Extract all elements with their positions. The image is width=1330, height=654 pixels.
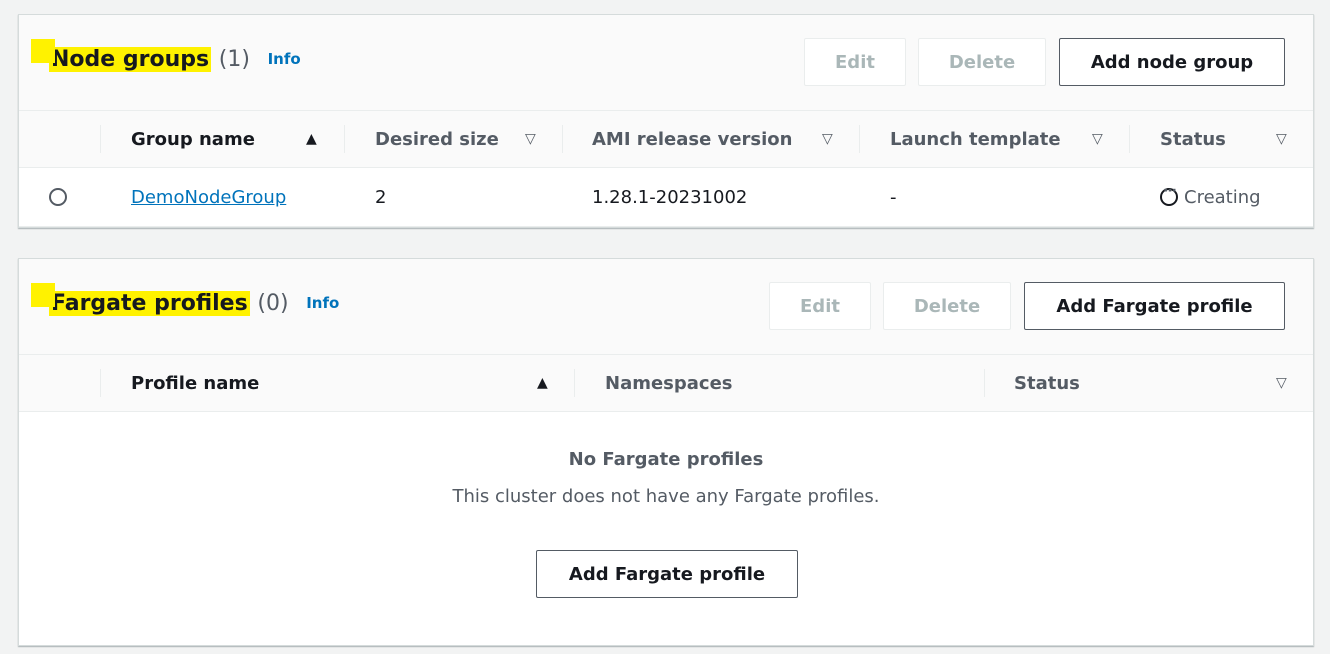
node-groups-title-text: Node groups xyxy=(49,47,212,72)
row-select-radio[interactable] xyxy=(49,188,67,206)
column-separator xyxy=(1129,125,1130,153)
fargate-profiles-header: Fargate profiles (0) Info Edit Delete Ad… xyxy=(19,259,1313,355)
node-groups-delete-button[interactable]: Delete xyxy=(918,38,1046,86)
add-node-group-button[interactable]: Add node group xyxy=(1059,38,1285,86)
column-separator xyxy=(984,369,985,397)
fargate-delete-button[interactable]: Delete xyxy=(883,282,1011,330)
fargate-profiles-info-link[interactable]: Info xyxy=(306,294,339,312)
empty-state: No Fargate profiles This cluster does no… xyxy=(19,449,1313,507)
sort-descending-icon[interactable]: ▽ xyxy=(1276,375,1287,391)
cell-ami-release-version: 1.28.1-20231002 xyxy=(592,186,748,208)
node-group-link[interactable]: DemoNodeGroup xyxy=(131,187,286,208)
empty-state-description: This cluster does not have any Fargate p… xyxy=(452,486,880,507)
node-groups-header: Node groups (1) Info Edit Delete Add nod… xyxy=(19,15,1313,111)
column-separator xyxy=(344,125,345,153)
fargate-profiles-count: (0) xyxy=(257,291,289,316)
column-header-status[interactable]: Status xyxy=(1014,355,1080,411)
column-header-launch-template[interactable]: Launch template xyxy=(890,111,1061,167)
node-groups-info-link[interactable]: Info xyxy=(268,50,301,68)
fargate-profiles-title-text: Fargate profiles xyxy=(49,291,250,316)
sort-descending-icon[interactable]: ▽ xyxy=(1276,131,1287,147)
fargate-profiles-panel: Fargate profiles (0) Info Edit Delete Ad… xyxy=(18,258,1314,646)
node-groups-panel: Node groups (1) Info Edit Delete Add nod… xyxy=(18,14,1314,228)
status-text: Creating xyxy=(1184,186,1261,208)
empty-state-title: No Fargate profiles xyxy=(568,449,764,470)
fargate-edit-button[interactable]: Edit xyxy=(769,282,871,330)
column-separator xyxy=(100,125,101,153)
column-header-ami-release-version[interactable]: AMI release version xyxy=(592,111,793,167)
sort-descending-icon[interactable]: ▽ xyxy=(1092,131,1103,147)
cell-desired-size: 2 xyxy=(375,186,387,208)
fargate-profiles-title: Fargate profiles (0) Info xyxy=(49,289,339,318)
column-header-desired-size[interactable]: Desired size xyxy=(375,111,499,167)
cell-status: Creating xyxy=(1160,168,1261,226)
add-fargate-profile-button[interactable]: Add Fargate profile xyxy=(1024,282,1285,330)
column-header-namespaces[interactable]: Namespaces xyxy=(605,355,733,411)
sort-ascending-icon[interactable]: ▲ xyxy=(537,375,548,391)
node-groups-title: Node groups (1) Info xyxy=(49,45,301,74)
column-separator xyxy=(859,125,860,153)
node-groups-table-header: Group name ▲ Desired size ▽ AMI release … xyxy=(19,111,1313,168)
in-progress-icon xyxy=(1160,183,1178,206)
column-separator xyxy=(574,369,575,397)
sort-descending-icon[interactable]: ▽ xyxy=(822,131,833,147)
sort-descending-icon[interactable]: ▽ xyxy=(525,131,536,147)
node-groups-count: (1) xyxy=(218,47,250,72)
column-header-status[interactable]: Status xyxy=(1160,111,1226,167)
cell-group-name: DemoNodeGroup xyxy=(131,168,286,226)
node-groups-edit-button[interactable]: Edit xyxy=(804,38,906,86)
cell-launch-template: - xyxy=(890,186,897,208)
column-header-profile-name[interactable]: Profile name xyxy=(131,355,259,411)
table-row[interactable]: DemoNodeGroup 2 1.28.1-20231002 - Creati… xyxy=(19,168,1313,227)
column-header-group-name[interactable]: Group name xyxy=(131,111,255,167)
empty-state-add-fargate-profile-button[interactable]: Add Fargate profile xyxy=(536,550,798,598)
fargate-table-header: Profile name ▲ Namespaces Status ▽ xyxy=(19,355,1313,412)
column-separator xyxy=(100,369,101,397)
sort-ascending-icon[interactable]: ▲ xyxy=(306,131,317,147)
column-separator xyxy=(562,125,563,153)
